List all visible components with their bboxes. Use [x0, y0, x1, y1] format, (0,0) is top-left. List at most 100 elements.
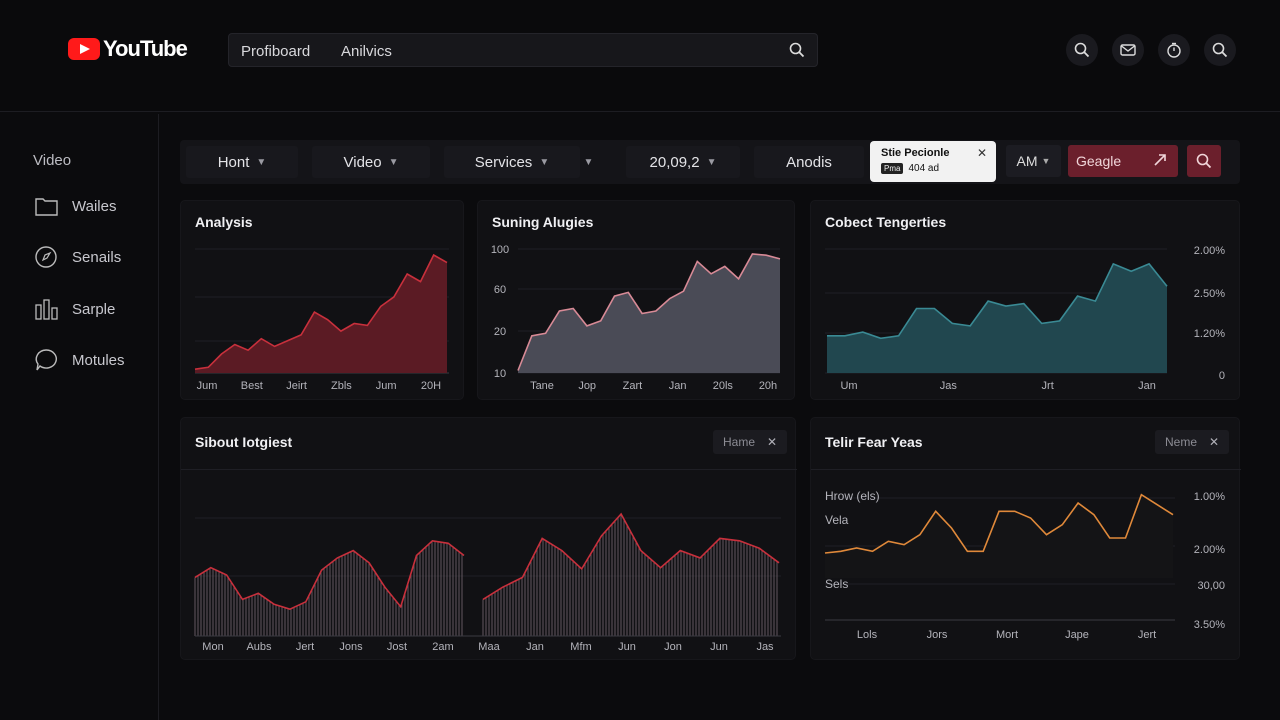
- popup-tag: Pma: [881, 163, 904, 174]
- suning-chart: 100 60 20 10 Tane Jop Zart Jan 20ls 20h: [491, 244, 781, 392]
- x-tick-label: 20H: [421, 380, 441, 392]
- compass-icon: [35, 246, 57, 268]
- x-tick-label: Jan: [669, 380, 687, 392]
- sidebar-item-motules[interactable]: Motules: [34, 348, 125, 372]
- cobect-card: Cobect Tengerties 2.00% 2.50% 1.20% 0 Um Jas J…: [810, 200, 1240, 400]
- x-tick-label: 20ls: [713, 380, 734, 392]
- annotation-label: Sels: [825, 577, 848, 591]
- chevron-down-icon: ▼: [706, 156, 717, 168]
- y-tick-label: 10: [494, 368, 506, 380]
- filter-label: Hont: [217, 153, 250, 171]
- y-tick-label: 30,00: [1197, 580, 1225, 592]
- annotation-label: Vela: [825, 513, 849, 527]
- y-tick-label: 20: [494, 326, 506, 338]
- site-popup[interactable]: Stie Pecionle ✕ Pma 404 ad: [870, 141, 996, 182]
- sidebar-item-wailes[interactable]: Wailes: [34, 194, 116, 218]
- google-button[interactable]: Geagle: [1068, 145, 1178, 177]
- x-tick-label: Lols: [857, 629, 878, 641]
- x-tick-label: Zbls: [331, 380, 352, 392]
- search-icon[interactable]: [1204, 34, 1236, 66]
- chevron-down-icon: ▼: [539, 156, 550, 168]
- chevron-down-icon: ▼: [1041, 156, 1051, 166]
- filter-label: Video: [343, 153, 382, 171]
- popup-value: 404 ad: [908, 163, 940, 174]
- close-icon[interactable]: ✕: [977, 146, 987, 160]
- x-tick-label: Zart: [623, 380, 643, 392]
- search-icon[interactable]: [1066, 34, 1098, 66]
- filter-label: Anodis: [786, 153, 832, 171]
- x-tick-label: Mfm: [570, 641, 591, 653]
- x-tick-label: Aubs: [246, 641, 272, 653]
- x-tick-label: Jas: [940, 380, 958, 392]
- search-icon[interactable]: [789, 42, 805, 63]
- search-button[interactable]: [1187, 145, 1221, 177]
- y-tick-label: 100: [491, 244, 509, 256]
- x-tick-label: Jun: [618, 641, 636, 653]
- chevron-down-icon: ▼: [388, 156, 399, 168]
- filter-label: 20,09,2: [649, 153, 700, 171]
- filter-video[interactable]: Video ▼: [312, 146, 430, 178]
- search-input[interactable]: Profiboard Anilvics: [228, 33, 818, 67]
- timer-icon[interactable]: [1158, 34, 1190, 66]
- play-logo-icon: [68, 38, 100, 60]
- bar-chart-icon: [35, 299, 58, 320]
- sidebar-item-label: Wailes: [72, 197, 117, 215]
- x-tick-label: Jum: [376, 380, 397, 392]
- suning-card: Suning Alugies 100 60 20 10 Tane Jop Zart Jan 20…: [477, 200, 795, 400]
- cobect-chart: 2.00% 2.50% 1.20% 0 Um Jas Jrt Jan: [825, 245, 1225, 392]
- x-tick-label: Maa: [478, 641, 500, 653]
- y-tick-label: 2.00%: [1194, 544, 1225, 556]
- x-tick-label: 20h: [759, 380, 777, 392]
- x-tick-label: Jas: [756, 641, 774, 653]
- search-term-2: Anilvics: [341, 43, 392, 60]
- y-tick-label: 60: [494, 284, 506, 296]
- x-tick-label: Jors: [927, 629, 948, 641]
- sidebar-item-senails[interactable]: Senails: [34, 245, 121, 269]
- sidebar-item-label: Motules: [72, 351, 125, 369]
- search-term-1: Profiboard: [241, 43, 311, 60]
- analysis-series-area: [195, 255, 447, 373]
- popup-title: Stie Pecionle: [881, 147, 950, 159]
- filter-empty[interactable]: ▼: [572, 146, 598, 178]
- x-tick-label: Jop: [578, 380, 596, 392]
- filter-services[interactable]: Services ▼: [444, 146, 580, 178]
- cobect-series-area: [827, 263, 1167, 373]
- annotation-label: Hrow (els): [825, 489, 880, 503]
- sibout-card: Sibout Iotgiest Hame ✕ Mon Aubs Jert Jons Jos…: [180, 417, 797, 660]
- sidebar-item-label: Senails: [72, 248, 122, 266]
- sidebar-title: Video: [33, 152, 72, 169]
- telir-chart: 1.00% 2.00% 30,00 3.50% Hrow (els) Vela Sels Lo…: [824, 489, 1225, 641]
- am-dropdown[interactable]: AM ▼: [1006, 145, 1061, 177]
- x-tick-label: Mon: [202, 641, 223, 653]
- x-tick-label: Mort: [996, 629, 1018, 641]
- x-tick-label: Best: [241, 380, 263, 392]
- analysis-card: Analysis Jum Best Jeirt Zbls Jum 20H: [180, 200, 464, 400]
- filter-hont[interactable]: Hont ▼: [186, 146, 298, 178]
- y-tick-label: 2.00%: [1194, 245, 1225, 257]
- chevron-down-icon: ▼: [583, 156, 594, 168]
- sidebar-item-label: Sarple: [72, 300, 116, 318]
- x-tick-label: 2am: [432, 641, 453, 653]
- x-tick-label: Jert: [296, 641, 314, 653]
- sidebar-item-sarple[interactable]: Sarple: [34, 297, 115, 321]
- chevron-down-icon: ▼: [256, 156, 267, 168]
- x-tick-label: Jape: [1065, 629, 1089, 641]
- y-tick-label: 3.50%: [1194, 619, 1225, 631]
- x-tick-label: Jan: [526, 641, 544, 653]
- youtube-logo[interactable]: YouTube: [68, 36, 188, 62]
- filter-anodis[interactable]: Anodis: [754, 146, 864, 178]
- x-tick-label: Jons: [339, 641, 363, 653]
- y-tick-label: 1.00%: [1194, 491, 1225, 503]
- x-tick-label: Jrt: [1042, 380, 1054, 392]
- mail-icon[interactable]: [1112, 34, 1144, 66]
- logo-text: YouTube: [103, 36, 188, 61]
- filter-date[interactable]: 20,09,2 ▼: [626, 146, 740, 178]
- filter-label: Services: [474, 153, 533, 171]
- x-tick-label: Jert: [1138, 629, 1156, 641]
- x-tick-label: Jum: [197, 380, 218, 392]
- folder-icon: [35, 198, 58, 216]
- telir-card: Telir Fear Yeas Neme ✕ 1.00% 2.00% 30,00 3.5…: [810, 417, 1241, 660]
- top-bar: YouTube Profiboard Anilvics: [0, 0, 1280, 112]
- telir-series-area: [825, 494, 1173, 578]
- search-icon: [1196, 153, 1212, 169]
